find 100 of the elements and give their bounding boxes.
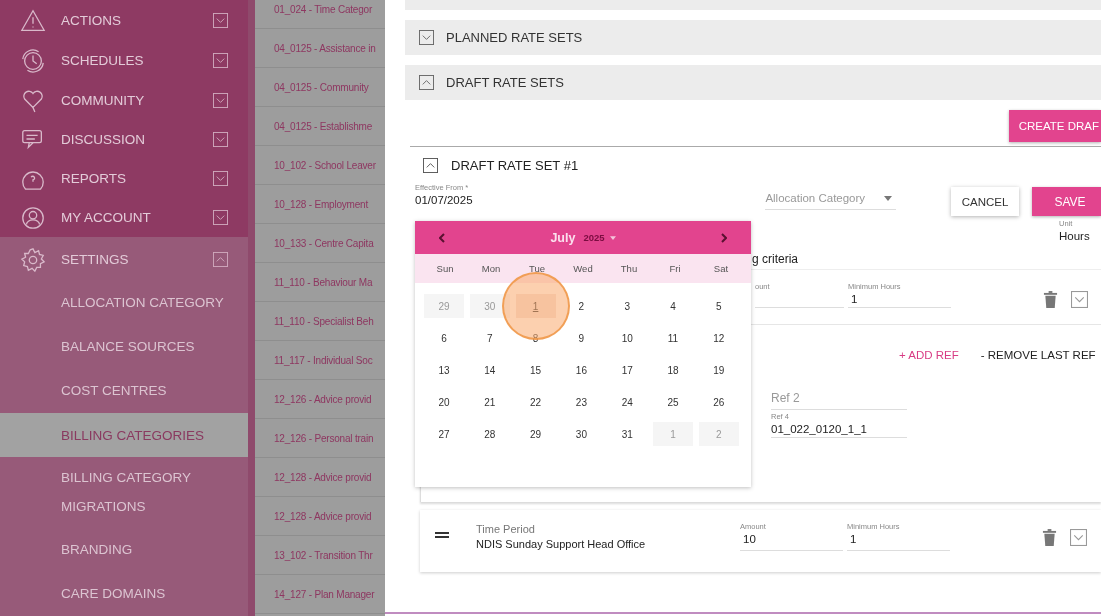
collapse-toggle-icon[interactable]	[423, 157, 438, 173]
category-link[interactable]: 01_024 - Time Categor	[274, 3, 373, 15]
calendar-day[interactable]: 4	[653, 294, 693, 318]
expand-toggle-icon[interactable]	[213, 53, 228, 69]
expand-toggle-icon[interactable]	[213, 131, 228, 147]
weekday-label: Mon	[480, 263, 502, 274]
calendar-day[interactable]: 9	[561, 326, 602, 350]
calendar-day[interactable]: 11	[653, 326, 693, 350]
calendar-day[interactable]: 10	[607, 326, 648, 350]
create-draft-button[interactable]: CREATE DRAF	[1008, 110, 1101, 142]
calendar-day[interactable]: 20	[424, 390, 464, 414]
ref-field[interactable]: Ref 2	[771, 387, 907, 410]
expand-toggle-icon[interactable]	[213, 171, 228, 186]
previous-month-icon[interactable]	[439, 232, 445, 243]
calendar-day[interactable]: 2	[561, 294, 602, 318]
expand-toggle-icon[interactable]	[419, 75, 434, 90]
section-header[interactable]: DRAFT RATE SETS	[405, 65, 1101, 100]
category-link[interactable]: 10_102 - School Leaver	[274, 159, 376, 171]
calendar-day[interactable]: 1	[653, 422, 693, 446]
submenu-item[interactable]: BALANCE SOURCES	[0, 324, 248, 369]
calendar-day[interactable]: 30	[469, 294, 510, 318]
expand-toggle-icon[interactable]	[1070, 529, 1087, 546]
expand-toggle-icon[interactable]	[1071, 291, 1088, 308]
category-link[interactable]: 04_0125 - Assistance in	[274, 42, 376, 54]
cancel-button[interactable]: CANCEL	[950, 187, 1020, 216]
draft-title: DRAFT RATE SET #1	[451, 157, 579, 173]
user-icon	[20, 204, 46, 231]
calendar-day[interactable]: 12	[698, 326, 739, 350]
expand-toggle-icon[interactable]	[213, 13, 228, 29]
calendar-day[interactable]: 28	[469, 422, 510, 446]
calendar-day[interactable]: 31	[607, 422, 648, 446]
next-month-icon[interactable]	[721, 232, 727, 243]
category-link[interactable]: 11_110 - Behaviour Ma	[274, 276, 373, 288]
calendar-day[interactable]: 6	[424, 326, 464, 350]
expand-toggle-icon[interactable]	[419, 30, 434, 45]
calendar-day[interactable]: 7	[469, 326, 510, 350]
section-header[interactable]: PLANNED RATE SETS	[405, 20, 1101, 55]
criteria-label: g criteria	[752, 252, 798, 266]
calendar-day[interactable]: 23	[561, 390, 602, 414]
remove-ref-button[interactable]: - REMOVE LAST REF	[980, 349, 1096, 361]
calendar-day[interactable]: 16	[561, 358, 602, 382]
category-link[interactable]: 14_127 - Plan Manager	[274, 588, 375, 600]
calendar-day[interactable]: 25	[653, 390, 693, 414]
weekday-label: Sat	[712, 263, 730, 274]
calendar-day[interactable]: 5	[698, 294, 739, 318]
expand-toggle-icon[interactable]	[213, 252, 228, 268]
weekday-label: Sun	[435, 263, 455, 274]
submenu-item[interactable]: COST CENTRES	[0, 368, 248, 413]
weekday-label: Fri	[668, 263, 682, 274]
category-link[interactable]: 11_110 - Specialist Beh	[274, 315, 374, 327]
calendar-day[interactable]: 1	[515, 294, 556, 318]
calendar-day[interactable]: 22	[515, 390, 556, 414]
add-ref-button[interactable]: + ADD REF	[899, 349, 959, 361]
calendar-day[interactable]: 27	[424, 422, 464, 446]
expand-toggle-icon[interactable]	[213, 92, 228, 108]
section-title: DRAFT RATE SETS	[446, 75, 564, 90]
calendar-day[interactable]: 13	[424, 358, 464, 382]
category-link[interactable]: 04_0125 - Establishme	[274, 120, 373, 132]
section-title: PLANNED RATE SETS	[446, 30, 583, 45]
calendar-day[interactable]: 30	[561, 422, 602, 446]
calendar-day[interactable]: 2	[698, 422, 739, 446]
weekday-label: Wed	[572, 263, 594, 274]
category-link[interactable]: 12_126 - Advice provid	[274, 393, 372, 405]
calendar-day[interactable]: 29	[424, 294, 464, 318]
drag-handle-icon[interactable]	[435, 532, 449, 538]
trash-icon[interactable]	[1042, 528, 1057, 547]
submenu-item[interactable]: BILLING CATEGORY MIGRATIONS	[0, 457, 248, 528]
calendar-day[interactable]: 8	[515, 326, 556, 350]
category-link[interactable]: 10_133 - Centre Capita	[274, 237, 374, 249]
allocation-category-select[interactable]: Allocation Category	[765, 187, 896, 210]
save-button[interactable]: SAVE	[1032, 187, 1101, 216]
submenu-item[interactable]: BILLING CATEGORIES	[0, 412, 248, 458]
calendar-day[interactable]: 17	[607, 358, 648, 382]
warning-icon	[20, 7, 46, 34]
caret-icon	[609, 235, 616, 240]
submenu-item[interactable]: BRANDING	[0, 527, 248, 572]
submenu-item[interactable]: ALLOCATION CATEGORY	[0, 280, 248, 325]
category-link[interactable]: 12_126 - Personal train	[274, 432, 374, 444]
year-select[interactable]: 2025	[583, 232, 616, 243]
calendar-day[interactable]: 19	[698, 358, 739, 382]
trash-icon[interactable]	[1043, 290, 1058, 309]
category-link[interactable]: 12_128 - Advice provid	[274, 510, 372, 522]
calendar-day[interactable]: 15	[515, 358, 556, 382]
time-period-label: Time Period	[476, 522, 536, 537]
month-label[interactable]: July	[550, 230, 576, 245]
menu-item[interactable]: SETTINGS	[61, 252, 213, 268]
submenu-item[interactable]: CARE DOMAINS	[0, 571, 248, 616]
category-link[interactable]: 13_102 - Transition Thr	[274, 549, 373, 561]
category-link[interactable]: 04_0125 - Community	[274, 81, 369, 93]
calendar-day[interactable]: 29	[515, 422, 556, 446]
calendar-day[interactable]: 24	[607, 390, 648, 414]
calendar-day[interactable]: 3	[607, 294, 648, 318]
category-link[interactable]: 12_128 - Advice provid	[274, 471, 372, 483]
calendar-day[interactable]: 21	[469, 390, 510, 414]
category-link[interactable]: 11_117 - Individual Soc	[274, 354, 373, 366]
calendar-day[interactable]: 26	[698, 390, 739, 414]
calendar-day[interactable]: 18	[653, 358, 693, 382]
category-link[interactable]: 10_128 - Employment	[274, 198, 369, 210]
calendar-day[interactable]: 14	[469, 358, 510, 382]
expand-toggle-icon[interactable]	[213, 210, 228, 226]
